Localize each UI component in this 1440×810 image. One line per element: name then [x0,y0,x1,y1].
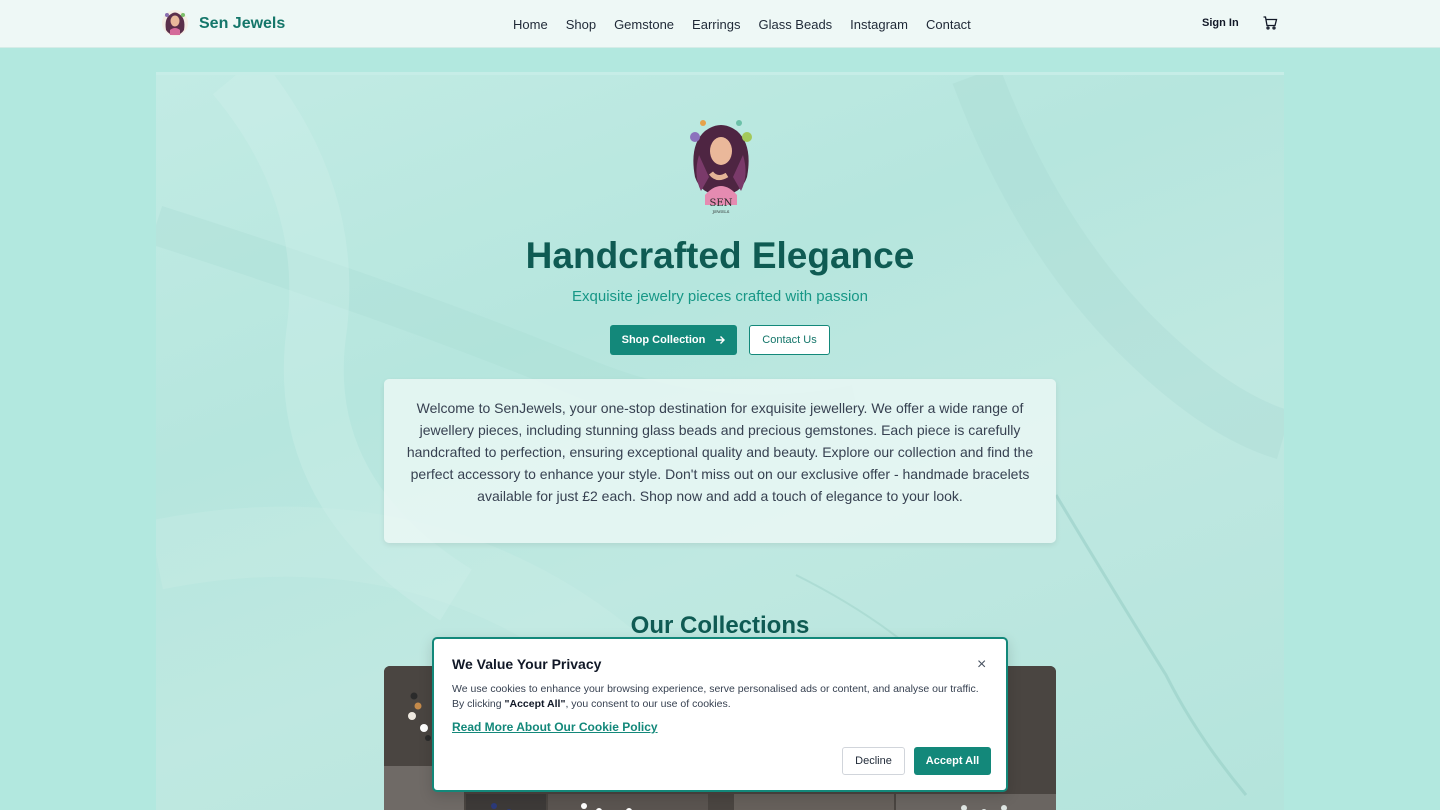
main-nav: Home Shop Gemstone Earrings Glass Beads … [504,0,980,48]
cart-icon[interactable] [1262,15,1278,31]
shop-collection-label: Shop Collection [621,334,706,346]
nav-shop[interactable]: Shop [557,17,605,32]
hero-subtitle: Exquisite jewelry pieces crafted with pa… [572,288,868,305]
intro-card: Welcome to SenJewels, your one-stop dest… [384,379,1056,543]
nav-contact[interactable]: Contact [917,17,980,32]
brand-name: Sen Jewels [199,15,286,32]
nav-instagram[interactable]: Instagram [841,17,917,32]
hero-logo-subtext: JEWELS [712,209,730,214]
cookie-consent-dialog: We Value Your Privacy × We use cookies t… [432,637,1008,792]
shop-collection-button[interactable]: Shop Collection [610,325,737,355]
nav-gemstone[interactable]: Gemstone [605,17,683,32]
hero-logo-icon: SEN JEWELS [690,120,752,214]
nav-home[interactable]: Home [504,17,557,32]
cookie-policy-link[interactable]: Read More About Our Cookie Policy [452,720,658,734]
decline-button[interactable]: Decline [842,747,905,775]
nav-earrings[interactable]: Earrings [683,17,749,32]
brand-link[interactable]: Sen Jewels [161,8,285,40]
brand-logo-icon [162,10,188,36]
close-icon[interactable]: × [977,657,986,673]
cookie-text-bold: "Accept All" [504,698,566,710]
cookie-title: We Value Your Privacy [452,656,602,672]
site-header: Sen Jewels Home Shop Gemstone Earrings G… [0,0,1440,48]
hero-logo-text: SEN [710,198,733,209]
collections-title: Our Collections [630,612,810,639]
hero-title: Handcrafted Elegance [525,235,915,276]
intro-text: Welcome to SenJewels, your one-stop dest… [406,400,1034,504]
contact-us-button[interactable]: Contact Us [749,325,830,355]
arrow-right-icon [716,336,726,344]
nav-glass-beads[interactable]: Glass Beads [749,17,841,32]
cookie-description: We use cookies to enhance your browsing … [452,682,992,712]
sign-in-link[interactable]: Sign In [1202,17,1239,29]
accept-all-button[interactable]: Accept All [914,747,991,775]
cookie-text-after: , you consent to our use of cookies. [565,698,731,710]
